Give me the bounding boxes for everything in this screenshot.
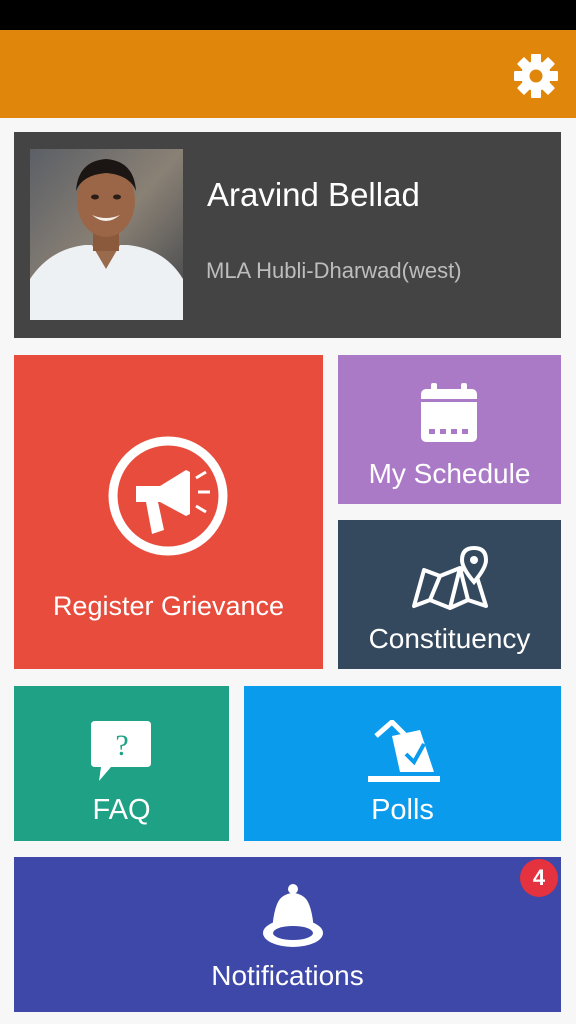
constituency-label: Constituency	[368, 623, 531, 654]
polls-tile[interactable]: Polls	[244, 686, 561, 841]
calendar-icon	[421, 383, 477, 442]
constituency-tile[interactable]: Constituency	[338, 520, 561, 669]
ballot-box-icon	[368, 720, 440, 782]
avatar	[30, 149, 183, 320]
notifications-tile[interactable]: Notifications	[14, 857, 561, 1012]
profile-role: MLA Hubli-Dharwad(west)	[206, 258, 462, 283]
svg-text:?: ?	[115, 729, 128, 762]
my-schedule-tile[interactable]: My Schedule	[338, 355, 561, 504]
map-icon	[412, 546, 489, 610]
bell-icon	[263, 884, 323, 947]
notifications-count-badge: 4	[520, 859, 558, 897]
profile-card[interactable]: Aravind Bellad MLA Hubli-Dharwad(west)	[14, 132, 561, 338]
faq-tile[interactable]: ? FAQ	[14, 686, 229, 841]
profile-name: Aravind Bellad	[207, 176, 420, 213]
status-bar	[0, 0, 576, 30]
my-schedule-label: My Schedule	[368, 458, 531, 489]
gear-icon[interactable]	[512, 52, 560, 100]
polls-label: Polls	[371, 794, 434, 826]
register-grievance-label: Register Grievance	[52, 591, 285, 621]
top-app-bar	[0, 30, 576, 118]
register-grievance-tile[interactable]: Register Grievance	[14, 355, 323, 669]
megaphone-icon	[108, 436, 228, 556]
faq-label: FAQ	[92, 794, 151, 826]
notifications-label: Notifications	[211, 960, 364, 991]
question-bubble-icon: ?	[91, 721, 151, 781]
